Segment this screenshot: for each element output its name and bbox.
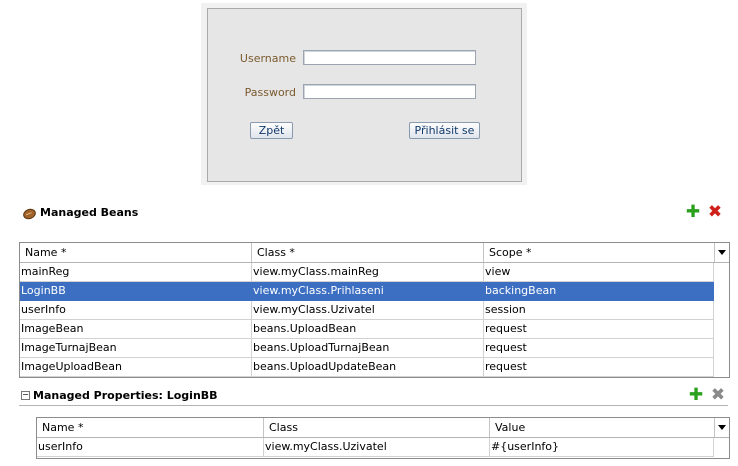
bean-class-cell: beans.UploadUpdateBean: [252, 358, 484, 377]
back-button[interactable]: Zpět: [250, 122, 293, 139]
bean-scope-cell: session: [484, 301, 714, 320]
add-bean-plus-icon[interactable]: ✚: [685, 204, 701, 221]
collapse-toggle-icon[interactable]: −: [21, 391, 30, 400]
password-input[interactable]: [303, 84, 476, 99]
table-header: Name * Class * Scope *: [20, 243, 729, 263]
column-header-value[interactable]: Value: [490, 418, 715, 437]
section-divider: [19, 405, 728, 406]
column-header-name[interactable]: Name *: [37, 418, 264, 437]
bean-name-cell: mainReg: [20, 263, 252, 282]
bean-name-cell: ImageBean: [20, 320, 252, 339]
delete-bean-x-icon[interactable]: ✖: [707, 204, 723, 221]
table-row[interactable]: userInfo view.myClass.Uzivatel session: [20, 301, 714, 320]
table-row[interactable]: userInfo view.myClass.Uzivatel #{userInf…: [37, 438, 714, 457]
bean-scope-cell: request: [484, 320, 714, 339]
managed-beans-table: Name * Class * Scope * mainReg view.myCl…: [19, 242, 730, 378]
table-row[interactable]: ImageBean beans.UploadBean request: [20, 320, 714, 339]
table-row[interactable]: mainReg view.myClass.mainReg view: [20, 263, 714, 282]
username-input[interactable]: [303, 50, 476, 65]
managed-properties-title: Managed Properties: LoginBB: [33, 389, 218, 402]
bean-scope-cell: request: [484, 358, 714, 377]
table-row[interactable]: ImageTurnajBean beans.UploadTurnajBean r…: [20, 339, 714, 358]
bean-name-cell: userInfo: [20, 301, 252, 320]
table-header: Name * Class Value: [37, 418, 729, 438]
bean-name-cell: LoginBB: [20, 282, 252, 301]
bean-name-cell: ImageTurnajBean: [20, 339, 252, 358]
managed-properties-table: Name * Class Value userInfo view.myClass…: [36, 417, 730, 459]
column-menu-chevron-down-icon[interactable]: [714, 418, 729, 437]
table-row[interactable]: ImageUploadBean beans.UploadUpdateBean r…: [20, 358, 714, 377]
managed-beans-title: Managed Beans: [40, 206, 139, 219]
column-header-class[interactable]: Class *: [252, 243, 484, 262]
bean-name-cell: ImageUploadBean: [20, 358, 252, 377]
delete-property-x-icon[interactable]: ✖: [710, 387, 726, 404]
login-preview-panel: Username Password Zpět Přihlásit se: [207, 8, 522, 182]
bean-class-cell: beans.UploadTurnajBean: [252, 339, 484, 358]
login-button[interactable]: Přihlásit se: [409, 122, 480, 139]
add-property-plus-icon[interactable]: ✚: [688, 387, 704, 404]
column-header-name[interactable]: Name *: [20, 243, 252, 262]
bean-icon: [21, 207, 38, 221]
bean-scope-cell: backingBean: [484, 282, 714, 301]
username-label: Username: [239, 52, 296, 65]
bean-class-cell: view.myClass.mainReg: [252, 263, 484, 282]
bean-class-cell: beans.UploadBean: [252, 320, 484, 339]
column-menu-chevron-down-icon[interactable]: [714, 243, 729, 262]
column-header-class[interactable]: Class: [264, 418, 490, 437]
bean-scope-cell: view: [484, 263, 714, 282]
table-row-selected[interactable]: LoginBB view.myClass.Prihlaseni backingB…: [20, 282, 714, 301]
property-class-cell: view.myClass.Uzivatel: [264, 438, 490, 457]
bean-class-cell: view.myClass.Uzivatel: [252, 301, 484, 320]
column-header-scope[interactable]: Scope *: [484, 243, 715, 262]
password-label: Password: [244, 86, 296, 99]
property-name-cell: userInfo: [37, 438, 264, 457]
bean-class-cell: view.myClass.Prihlaseni: [252, 282, 484, 301]
property-value-cell: #{userInfo}: [490, 438, 714, 457]
bean-scope-cell: request: [484, 339, 714, 358]
